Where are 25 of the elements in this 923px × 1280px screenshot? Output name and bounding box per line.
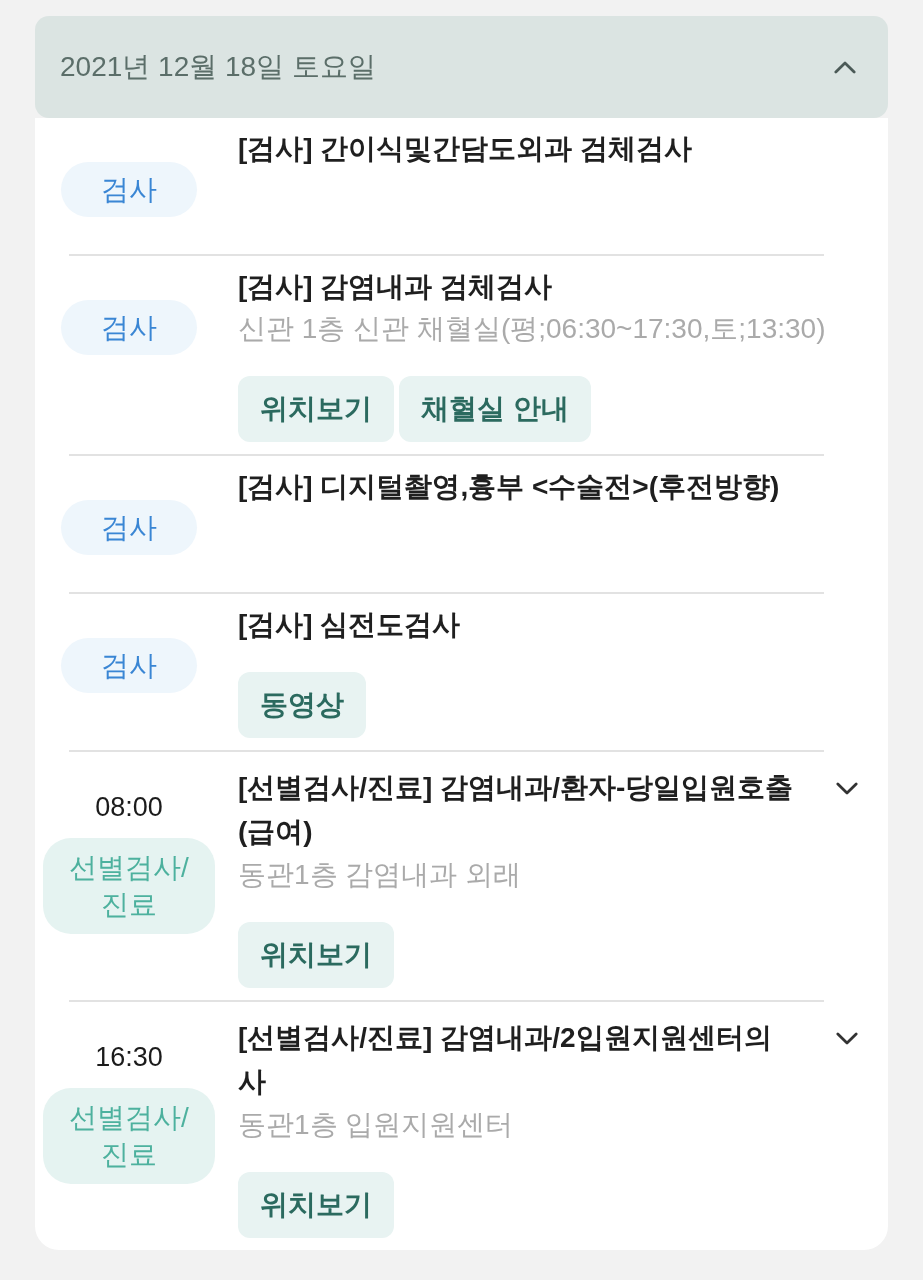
location-text: 동관1층 감염내과 외래 [238, 858, 522, 892]
action-button[interactable]: 위치보기 [238, 376, 394, 442]
date-header[interactable]: 2021년 12월 18일 토요일 [35, 16, 888, 118]
location-text: 동관1층 입원지원센터 [238, 1108, 514, 1142]
action-button[interactable]: 위치보기 [238, 1172, 394, 1238]
category-badge: 검사 [61, 300, 197, 355]
item-title: [선별검사/진료] 감염내과/2입원지원센터의사 [238, 1022, 772, 1097]
category-badge: 검사 [61, 638, 197, 693]
category-badge: 선별검사/진료 [43, 838, 215, 934]
chevron-down-icon[interactable] [836, 1032, 858, 1045]
item-title: [검사] 디지털촬영,흉부 <수술전>(후전방향) [238, 471, 780, 502]
action-button[interactable]: 위치보기 [238, 922, 394, 988]
item-title: [검사] 간이식및간담도외과 검체검사 [238, 133, 693, 164]
action-button[interactable]: 채혈실 안내 [399, 376, 591, 442]
category-badge: 선별검사/진료 [43, 1088, 215, 1184]
category-badge: 검사 [61, 162, 197, 217]
appointment-time: 16:30 [95, 1042, 163, 1072]
location-text: 신관 1층 신관 채혈실(평;06:30~17:30,토;13:30) [238, 312, 826, 346]
appointment-time: 08:00 [95, 792, 163, 822]
chevron-down-icon[interactable] [836, 782, 858, 795]
category-badge: 검사 [61, 500, 197, 555]
item-title: [선별검사/진료] 감염내과/환자-당일입원호출(급여) [238, 772, 794, 847]
action-button[interactable]: 동영상 [238, 672, 366, 738]
item-title: [검사] 감염내과 검체검사 [238, 271, 553, 302]
item-title: [검사] 심전도검사 [238, 609, 461, 640]
